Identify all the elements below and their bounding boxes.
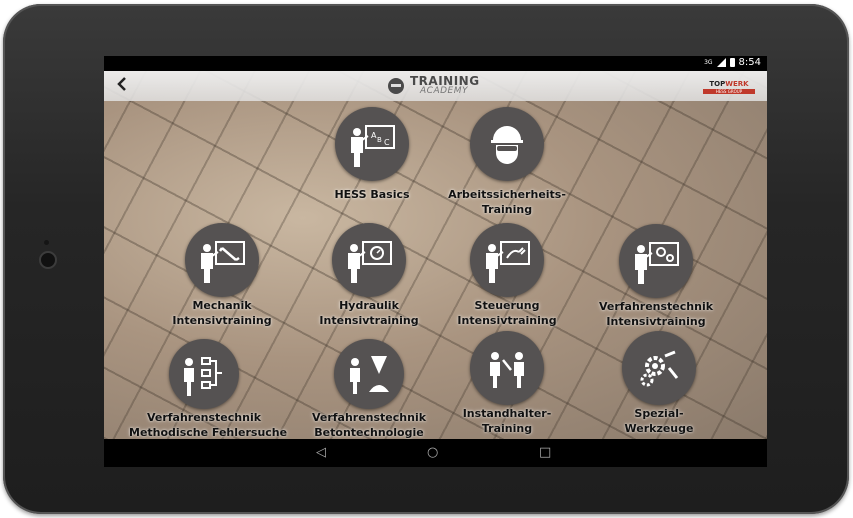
graduation-cap-icon: [388, 78, 404, 94]
tile-steuerung[interactable]: Steuerung Intensivtraining: [447, 223, 567, 327]
tile-fehlersuche[interactable]: Verfahrenstechnik Methodische Fehlersuch…: [129, 339, 288, 439]
svg-text:B: B: [377, 136, 382, 144]
tile-label-line2: Methodische Fehlersuche: [129, 426, 288, 439]
tile-label-line1: Mechanik: [192, 299, 252, 312]
sensor: [44, 240, 49, 245]
tile-spezialwerkzeuge[interactable]: Spezial- Werkzeuge: [599, 331, 719, 435]
tile-label-line2: Betontechnologie: [314, 426, 424, 439]
tile-label-line1: Spezial-: [634, 407, 684, 420]
tile-hess-basics[interactable]: ABC HESS Basics: [317, 107, 427, 201]
tile-label-line2: Training: [481, 422, 533, 435]
logo-title: TRAINING: [410, 74, 480, 88]
front-camera: [39, 251, 57, 269]
tile-label-line2: Intensivtraining: [606, 315, 706, 328]
brand-part2: WERK: [725, 80, 749, 88]
brand-sub: HESS GROUP: [703, 89, 755, 94]
tile-verfahrenstechnik-intensiv[interactable]: Verfahrenstechnik Intensivtraining: [591, 224, 721, 328]
training-academy-logo: TRAINING ACADEMY: [388, 74, 480, 96]
tile-label-line2: Intensivtraining: [319, 314, 419, 327]
teacher-plug-board-icon: [470, 223, 544, 297]
app-header: TRAINING ACADEMY TOPWERK HESS GROUP: [104, 71, 767, 101]
tile-label-line1: Instandhalter-: [462, 407, 552, 420]
tile-label-line1: Arbeitssicherheits-: [448, 188, 566, 201]
teacher-gauge-board-icon: [332, 223, 406, 297]
tile-label-line2: Intensivtraining: [172, 314, 272, 327]
signal-icon: [716, 58, 726, 67]
two-workers-tools-icon: [470, 331, 544, 405]
chevron-left-icon: [117, 77, 126, 91]
battery-icon: [729, 58, 735, 67]
teacher-abc-board-icon: ABC: [335, 107, 409, 181]
status-bar: 3G 8:54: [104, 56, 767, 71]
worker-hardhat-icon: [470, 107, 544, 181]
worker-concrete-icon: [334, 339, 404, 409]
network-type: 3G: [704, 59, 713, 66]
nav-back-button[interactable]: ◁: [316, 445, 326, 460]
teacher-wrench-board-icon: [185, 223, 259, 297]
gears-wrench-icon: [622, 331, 696, 405]
tile-label-line1: Verfahrenstechnik: [146, 411, 262, 424]
tile-label-line1: Steuerung: [474, 299, 540, 312]
topwerk-logo: TOPWERK HESS GROUP: [703, 80, 755, 94]
teacher-gears-board-icon: [619, 224, 693, 298]
tile-label-line1: Hydraulik: [339, 299, 399, 312]
tile-hydraulik[interactable]: Hydraulik Intensivtraining: [309, 223, 429, 327]
tile-label-line2: Training: [481, 203, 533, 216]
nav-recents-button[interactable]: □: [539, 445, 551, 460]
android-nav-bar: ◁ ○ □: [104, 439, 767, 467]
svg-text:C: C: [384, 138, 390, 147]
teacher-flowchart-icon: [169, 339, 239, 409]
tile-arbeitssicherheit[interactable]: Arbeitssicherheits- Training: [442, 107, 572, 216]
main-content: TRAINING ACADEMY TOPWERK HESS GROUP ABC …: [104, 71, 767, 439]
tile-betontechnologie[interactable]: Verfahrenstechnik Betontechnologie: [304, 339, 434, 439]
tile-mechanik[interactable]: Mechanik Intensivtraining: [162, 223, 282, 327]
tile-label-line2: Intensivtraining: [457, 314, 557, 327]
clock: 8:54: [738, 57, 761, 68]
tile-label-line1: Verfahrenstechnik: [598, 300, 714, 313]
screen: 3G 8:54 TRAINING ACADEMY TOPWERK HESS GR…: [104, 56, 767, 467]
tile-instandhalter[interactable]: Instandhalter- Training: [447, 331, 567, 435]
back-button[interactable]: [116, 74, 128, 98]
brand-part1: TOP: [709, 80, 726, 88]
tile-label-line1: Verfahrenstechnik: [311, 411, 427, 424]
tile-label-line2: Werkzeuge: [624, 422, 694, 435]
tile-label-line1: HESS Basics: [334, 188, 410, 201]
nav-home-button[interactable]: ○: [427, 445, 438, 460]
